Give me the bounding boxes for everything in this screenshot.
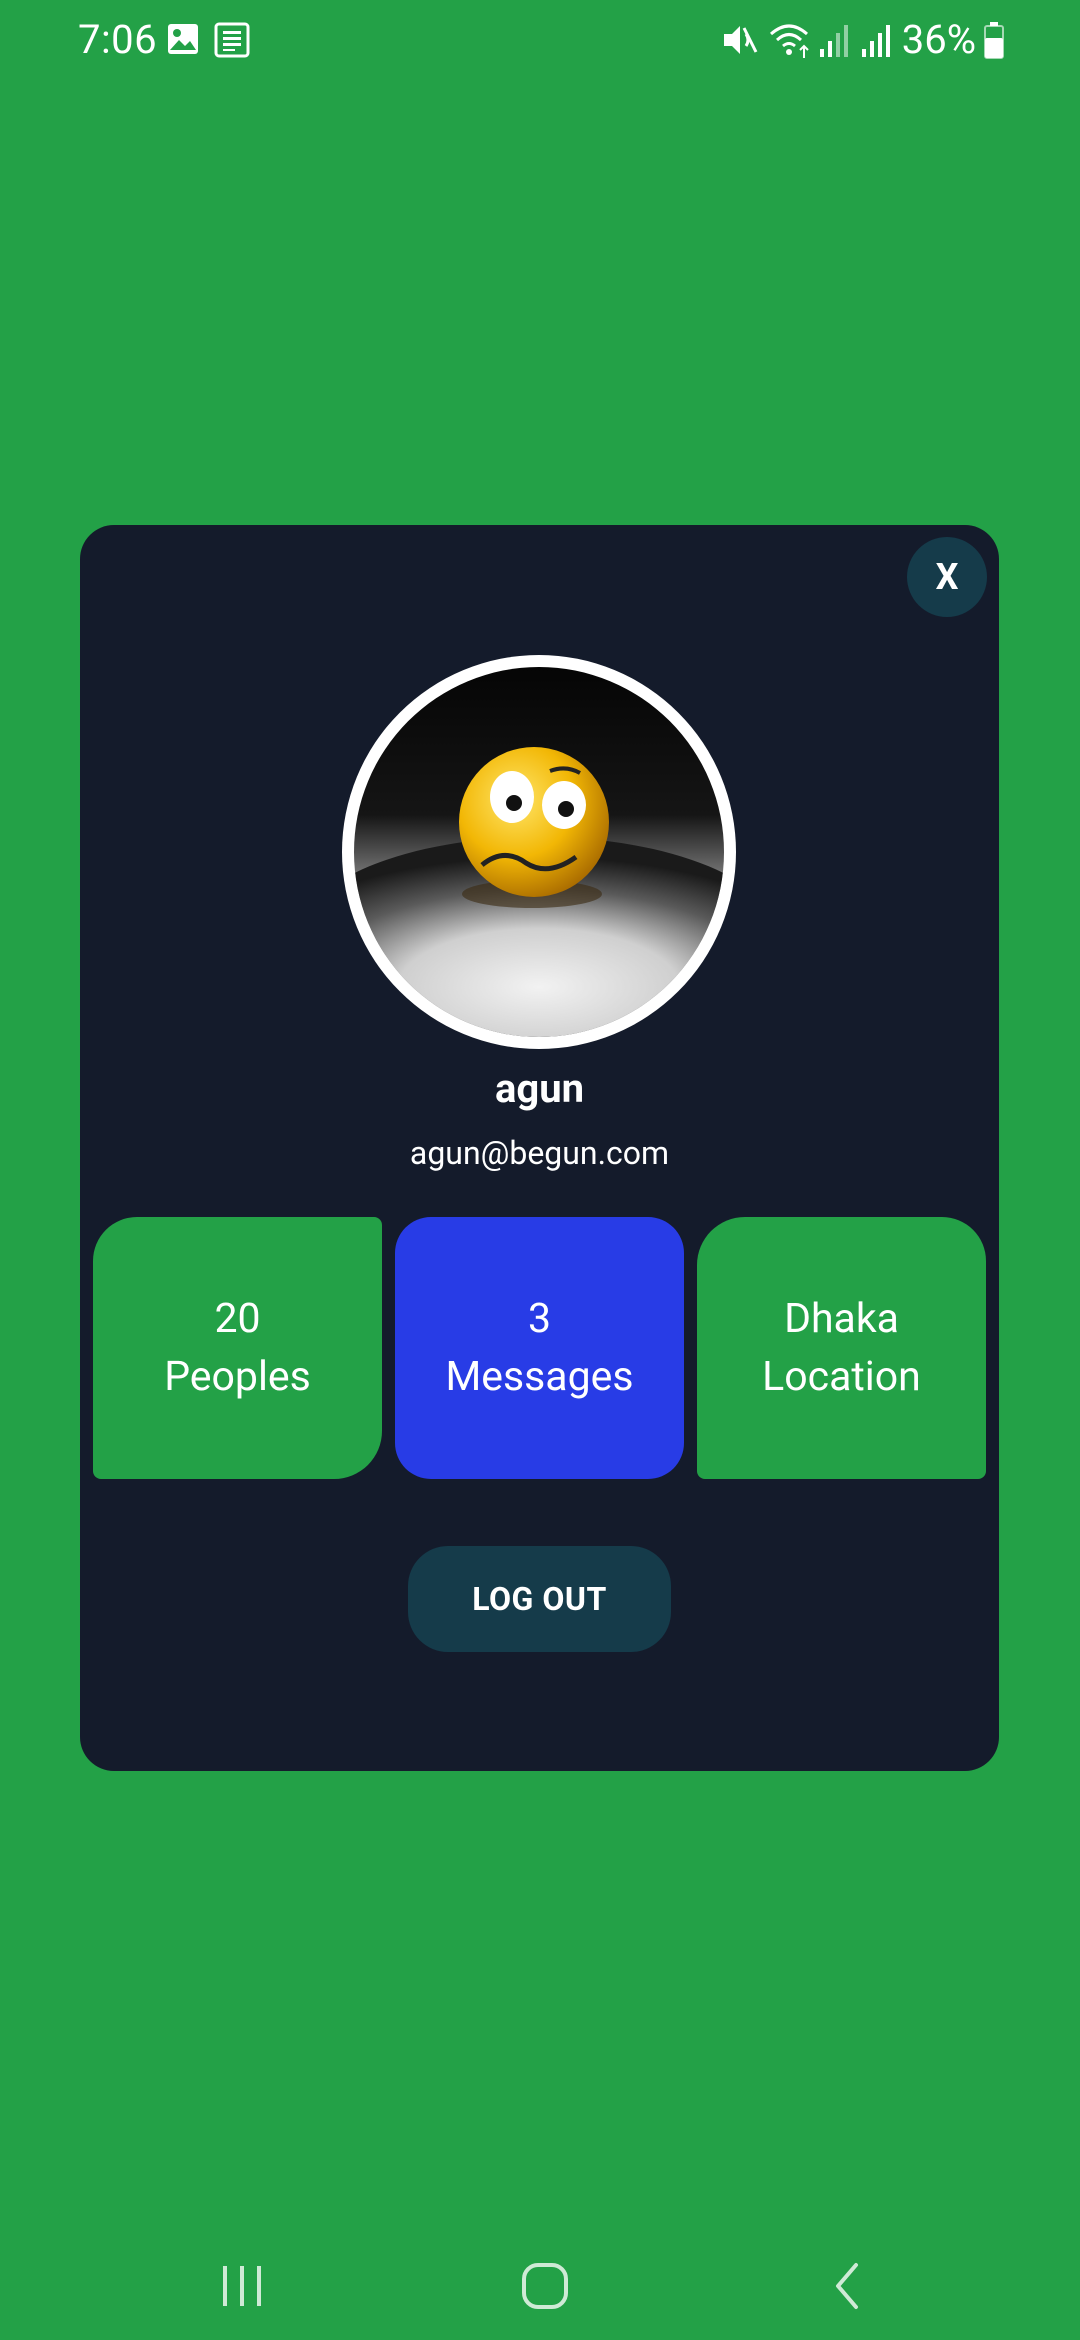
stat-people-tile[interactable]: 20 Peoples: [93, 1217, 382, 1479]
user-name: agun: [494, 1065, 585, 1112]
stat-location-value: Dhaka: [784, 1295, 899, 1343]
home-icon: [520, 2261, 570, 2315]
back-icon: [828, 2261, 868, 2315]
image-icon: [166, 22, 200, 62]
signal-icon-2: [860, 21, 894, 59]
recent-apps-icon: [219, 2264, 265, 2312]
status-notification-icons: [166, 22, 250, 62]
profile-card: X agun agun@begun.com 20 Peoples 3 Messa…: [80, 525, 999, 1771]
close-button[interactable]: X: [907, 537, 987, 617]
avatar: [354, 667, 724, 1037]
stat-location-tile[interactable]: Dhaka Location: [697, 1217, 986, 1479]
back-button[interactable]: [808, 2256, 888, 2320]
status-system-icons: 36%: [720, 16, 1004, 63]
wifi-icon: [768, 20, 810, 60]
status-bar: 7:06 36%: [0, 0, 1080, 84]
stat-people-label: Peoples: [164, 1353, 311, 1401]
battery-icon: [984, 21, 1004, 59]
stat-messages-label: Messages: [445, 1353, 634, 1401]
battery-percentage: 36%: [901, 16, 976, 63]
stat-location-label: Location: [762, 1353, 921, 1401]
system-nav-bar: [0, 2236, 1080, 2340]
avatar-ring: [342, 655, 736, 1049]
mute-icon: [720, 20, 760, 60]
stat-people-value: 20: [214, 1295, 261, 1343]
user-email: agun@begun.com: [409, 1134, 670, 1172]
stat-messages-value: 3: [527, 1295, 552, 1343]
home-button[interactable]: [505, 2256, 585, 2320]
signal-icon: [818, 21, 852, 59]
status-time: 7:06: [78, 16, 158, 63]
recent-apps-button[interactable]: [202, 2256, 282, 2320]
logout-button[interactable]: LOG OUT: [408, 1546, 671, 1652]
stat-messages-tile[interactable]: 3 Messages: [395, 1217, 684, 1479]
news-icon: [214, 22, 250, 62]
